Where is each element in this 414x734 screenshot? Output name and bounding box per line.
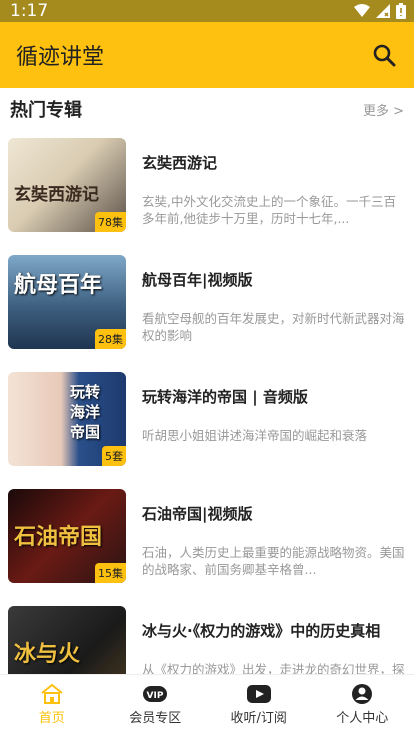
album-desc: 从《权力的游戏》出发，走进龙的奇幻世界，探索背后的历史真相 (142, 662, 405, 674)
album-item[interactable]: 冰与火 冰与火·《权力的游戏》中的历史真相 从《权力的游戏》出发，走进龙的奇幻世… (0, 596, 414, 674)
app-bar: 循迹讲堂 (0, 22, 414, 88)
album-item[interactable]: 玄奘西游记 78集 玄奘西游记 玄奘,中外文化交流史上的一个象征。一千三百多年前… (0, 128, 414, 245)
album-desc: 石油，人类历史上最重要的能源战略物资。美国的战略家、前国务卿基辛格曾... (142, 545, 405, 577)
more-link[interactable]: 更多 > (363, 100, 404, 119)
battery-icon (396, 3, 406, 19)
signal-icon (376, 4, 390, 18)
album-thumbnail: 玄奘西游记 78集 (8, 138, 126, 232)
svg-text:VIP: VIP (147, 691, 164, 701)
status-bar: 1:17 (0, 0, 414, 22)
album-item[interactable]: 航母百年 28集 航母百年|视频版 看航空母舰的百年发展史，对新时代新武器对海权… (0, 245, 414, 362)
thumbnail-text: 石油帝国 (14, 524, 103, 550)
status-icons (354, 3, 406, 19)
album-list: 玄奘西游记 78集 玄奘西游记 玄奘,中外文化交流史上的一个象征。一千三百多年前… (0, 128, 414, 674)
album-desc: 看航空母舰的百年发展史，对新时代新武器对海权的影响 (142, 311, 405, 343)
tab-subscribe[interactable]: 收听/订阅 (207, 675, 311, 734)
tab-label: 收听/订阅 (230, 711, 287, 726)
album-info: 冰与火·《权力的游戏》中的历史真相 从《权力的游戏》出发，走进龙的奇幻世界，探索… (142, 606, 406, 674)
album-info: 玄奘西游记 玄奘,中外文化交流史上的一个象征。一千三百多年前,他徒步十万里，历时… (142, 138, 406, 227)
album-title: 航母百年|视频版 (142, 271, 253, 289)
album-desc: 玄奘,中外文化交流史上的一个象征。一千三百多年前,他徒步十万里，历时十七年,..… (142, 194, 396, 226)
tab-label: 会员专区 (129, 711, 182, 726)
user-icon (350, 683, 374, 705)
tab-label: 个人中心 (336, 711, 389, 726)
album-thumbnail: 航母百年 28集 (8, 255, 126, 349)
home-icon (40, 683, 64, 705)
thumbnail-text: 玩转海洋帝国 (70, 383, 101, 441)
episode-badge: 28集 (95, 329, 126, 349)
vip-icon: VIP (143, 683, 168, 705)
search-button[interactable] (368, 39, 400, 71)
album-title: 石油帝国|视频版 (142, 505, 253, 523)
episode-badge: 15集 (95, 563, 126, 583)
album-info: 玩转海洋的帝国 | 音频版 听胡思小姐姐讲述海洋帝国的崛起和衰落 (142, 372, 406, 444)
section-header: 热门专辑 更多 > (0, 90, 414, 128)
section-title: 热门专辑 (10, 100, 82, 121)
tab-vip[interactable]: VIP 会员专区 (104, 675, 208, 734)
album-title: 冰与火·《权力的游戏》中的历史真相 (142, 622, 381, 640)
bottom-tab-bar: 首页 VIP 会员专区 收听/订阅 个人中心 (0, 674, 414, 734)
album-info: 石油帝国|视频版 石油，人类历史上最重要的能源战略物资。美国的战略家、前国务卿基… (142, 489, 406, 578)
album-item[interactable]: 石油帝国 15集 石油帝国|视频版 石油，人类历史上最重要的能源战略物资。美国的… (0, 479, 414, 596)
thumbnail-text: 玄奘西游记 (14, 185, 99, 205)
album-title: 玄奘西游记 (142, 154, 218, 172)
app-title: 循迹讲堂 (16, 45, 105, 70)
album-desc: 听胡思小姐姐讲述海洋帝国的崛起和衰落 (142, 428, 368, 443)
album-title: 玩转海洋的帝国 | 音频版 (142, 388, 308, 406)
wifi-icon (354, 4, 370, 17)
play-icon (246, 683, 271, 705)
album-thumbnail: 玩转海洋帝国 5套 (8, 372, 126, 466)
thumbnail-text: 冰与火 (14, 641, 81, 667)
tab-label: 首页 (38, 711, 65, 726)
album-item[interactable]: 玩转海洋帝国 5套 玩转海洋的帝国 | 音频版 听胡思小姐姐讲述海洋帝国的崛起和… (0, 362, 414, 479)
thumbnail-text: 航母百年 (14, 272, 103, 298)
album-thumbnail: 石油帝国 15集 (8, 489, 126, 583)
tab-home[interactable]: 首页 (0, 675, 104, 734)
status-time: 1:17 (10, 1, 49, 21)
episode-badge: 78集 (95, 212, 126, 232)
episode-badge: 5套 (102, 446, 126, 466)
tab-profile[interactable]: 个人中心 (311, 675, 414, 734)
album-thumbnail: 冰与火 (8, 606, 126, 674)
album-info: 航母百年|视频版 看航空母舰的百年发展史，对新时代新武器对海权的影响 (142, 255, 406, 344)
search-icon (373, 44, 396, 67)
